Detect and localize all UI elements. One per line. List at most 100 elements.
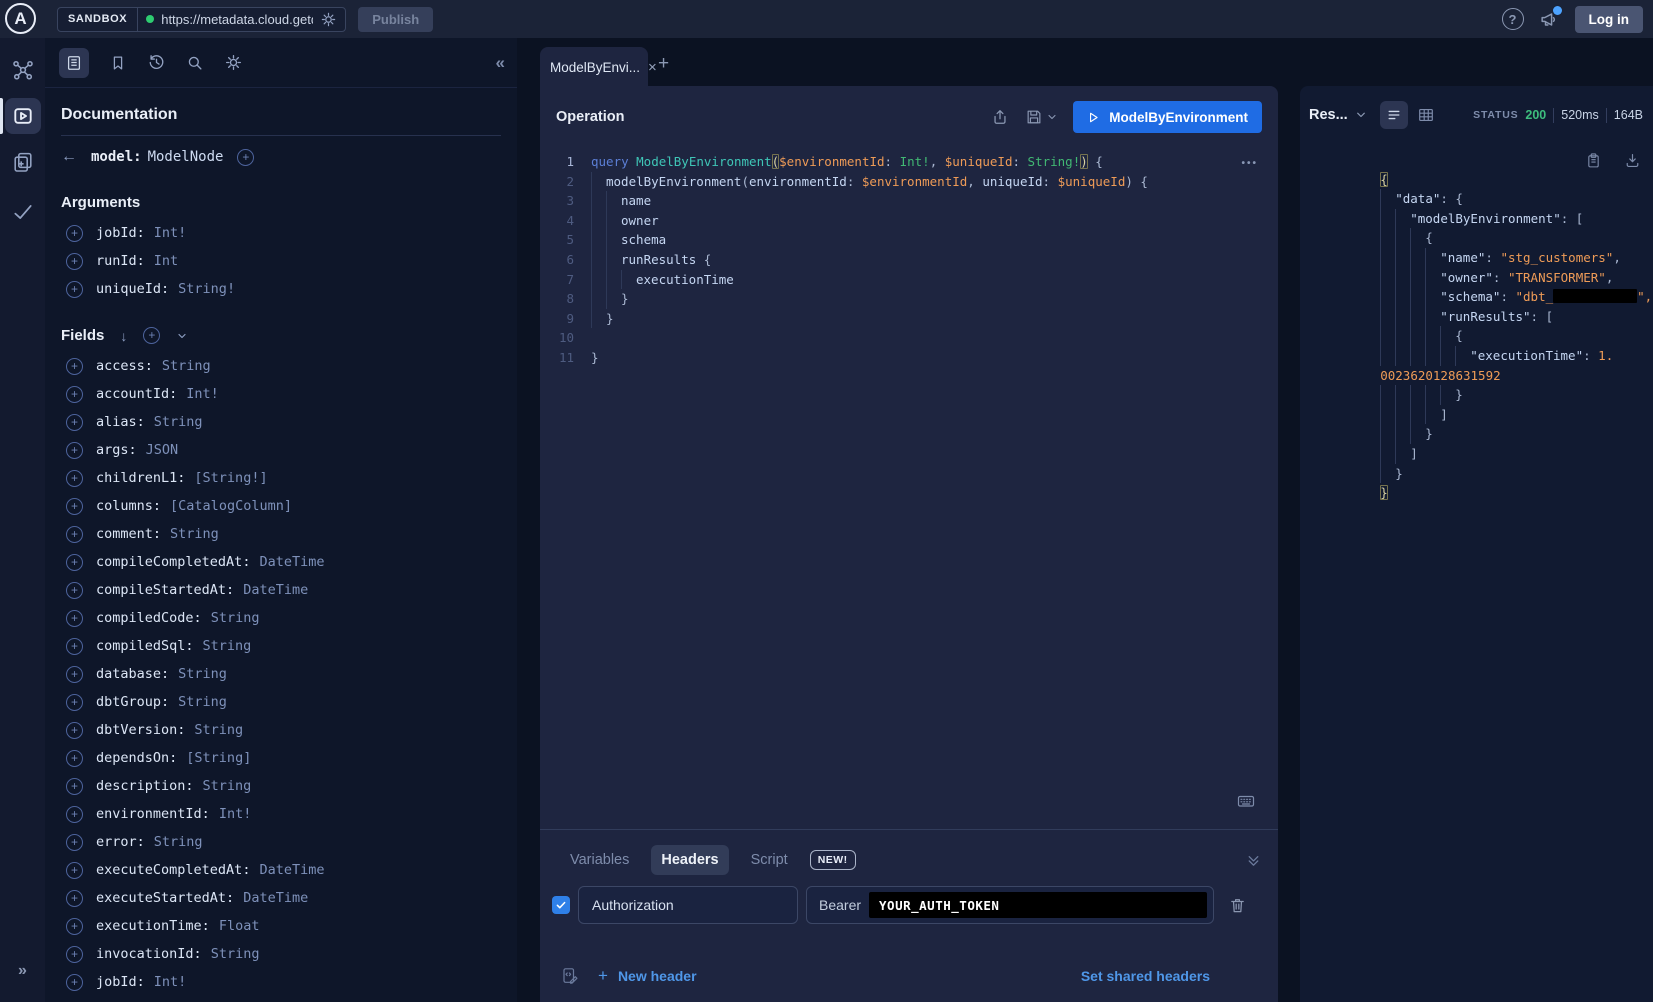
field-row[interactable]: + compileCompletedAt DateTime (61, 548, 501, 576)
add-argument-icon[interactable]: + (66, 225, 83, 242)
collapse-bottom-panel-icon[interactable] (1245, 852, 1262, 869)
add-field-icon[interactable]: + (66, 750, 83, 767)
field-type[interactable]: JSON (146, 442, 179, 458)
add-field-icon[interactable]: + (66, 666, 83, 683)
add-field-icon[interactable]: + (66, 414, 83, 431)
field-row[interactable]: + dependsOn [String] (61, 744, 501, 772)
add-field-icon[interactable]: + (66, 638, 83, 655)
query-editor[interactable]: 1 query ModelByEnvironment($environmentI… (540, 152, 1278, 368)
field-type[interactable]: DateTime (243, 890, 308, 906)
add-field-icon[interactable]: + (66, 470, 83, 487)
field-row[interactable]: + dbtVersion String (61, 716, 501, 744)
add-field-icon[interactable]: + (66, 806, 83, 823)
header-name-input[interactable] (578, 886, 798, 924)
argument-row[interactable]: + runId Int (61, 247, 501, 275)
field-row[interactable]: + jobId Int! (61, 968, 501, 996)
pretty-view-toggle-icon[interactable] (1380, 101, 1408, 129)
field-row[interactable]: + executeStartedAt DateTime (61, 884, 501, 912)
add-field-icon[interactable]: + (66, 610, 83, 627)
add-field-icon[interactable]: + (66, 722, 83, 739)
field-type[interactable]: String (154, 834, 203, 850)
download-response-icon[interactable] (1624, 152, 1641, 169)
argument-row[interactable]: + uniqueId String! (61, 275, 501, 303)
field-row[interactable]: + invocationId String (61, 940, 501, 968)
argument-row[interactable]: + jobId Int! (61, 219, 501, 247)
bottom-tab[interactable]: Headers (651, 845, 728, 875)
add-field-icon[interactable]: + (66, 498, 83, 515)
environment-variables-icon[interactable] (560, 966, 580, 986)
more-options-icon[interactable]: ••• (1241, 158, 1258, 169)
run-operation-button[interactable]: ModelByEnvironment (1073, 101, 1262, 133)
field-type[interactable]: DateTime (259, 862, 324, 878)
field-type[interactable]: Float (219, 918, 260, 934)
login-button[interactable]: Log in (1575, 6, 1644, 33)
operation-tab[interactable]: ModelByEnvi... × (540, 47, 648, 87)
field-row[interactable]: + compiledCode String (61, 604, 501, 632)
add-field-icon[interactable]: + (66, 778, 83, 795)
saved-operations-bookmark-icon[interactable] (109, 54, 127, 72)
add-all-fields-icon[interactable]: + (143, 327, 160, 344)
add-field-icon[interactable]: + (66, 386, 83, 403)
collapse-panel-icon[interactable]: « (496, 53, 503, 73)
add-field-icon[interactable]: + (66, 918, 83, 935)
response-dropdown-chevron-icon[interactable] (1355, 109, 1367, 121)
argument-type[interactable]: Int! (154, 225, 187, 241)
sort-fields-icon[interactable]: ↓ (120, 328, 127, 344)
field-row[interactable]: + description String (61, 772, 501, 800)
field-type[interactable]: DateTime (259, 554, 324, 570)
argument-type[interactable]: String! (178, 281, 235, 297)
field-type[interactable]: String (194, 722, 243, 738)
copy-response-icon[interactable] (1585, 152, 1602, 169)
field-type[interactable]: String (178, 694, 227, 710)
publish-button[interactable]: Publish (358, 7, 433, 32)
chevron-down-icon[interactable] (176, 330, 188, 342)
field-type[interactable]: DateTime (243, 582, 308, 598)
add-field-icon[interactable]: + (66, 862, 83, 879)
endpoint-url[interactable]: https://metadata.cloud.getd (161, 12, 313, 27)
settings-gear-icon[interactable] (224, 53, 243, 72)
new-tab-icon[interactable]: + (658, 53, 669, 75)
add-field-icon[interactable]: + (66, 442, 83, 459)
field-row[interactable]: + executeCompletedAt DateTime (61, 856, 501, 884)
field-type[interactable]: [String] (186, 750, 251, 766)
announcements-megaphone-icon[interactable] (1539, 9, 1560, 30)
field-row[interactable]: + error String (61, 828, 501, 856)
add-field-icon[interactable]: + (66, 890, 83, 907)
field-row[interactable]: + database String (61, 660, 501, 688)
add-field-icon[interactable]: + (66, 526, 83, 543)
endpoint-url-segment[interactable]: https://metadata.cloud.getd (138, 8, 345, 31)
response-title[interactable]: Res... (1309, 107, 1348, 123)
field-type[interactable]: Int! (219, 806, 252, 822)
field-row[interactable]: + environmentId Int! (61, 800, 501, 828)
add-argument-icon[interactable]: + (66, 253, 83, 270)
expand-rail-icon[interactable]: » (0, 962, 45, 980)
bottom-tab[interactable]: Variables (560, 845, 639, 875)
delete-header-icon[interactable] (1228, 896, 1247, 915)
panel-divider[interactable] (540, 829, 1278, 830)
new-header-button[interactable]: + New header (598, 966, 697, 986)
header-value-input[interactable]: Bearer YOUR_AUTH_TOKEN (806, 886, 1214, 924)
search-icon[interactable] (186, 54, 204, 72)
add-field-icon[interactable]: + (66, 974, 83, 991)
field-row[interactable]: + executionTime Float (61, 912, 501, 940)
field-row[interactable]: + columns [CatalogColumn] (61, 492, 501, 520)
documentation-tab-icon[interactable] (59, 48, 89, 78)
explorer-nav-icon[interactable] (5, 98, 41, 134)
field-row[interactable]: + accountId Int! (61, 380, 501, 408)
collections-nav-icon[interactable] (0, 150, 45, 174)
add-field-icon[interactable]: + (66, 358, 83, 375)
field-row[interactable]: + compiledSql String (61, 632, 501, 660)
add-field-icon[interactable]: + (66, 582, 83, 599)
field-type[interactable]: String (203, 638, 252, 654)
field-row[interactable]: + args JSON (61, 436, 501, 464)
set-shared-headers-link[interactable]: Set shared headers (1081, 968, 1210, 984)
field-row[interactable]: + compileStartedAt DateTime (61, 576, 501, 604)
field-row[interactable]: + dbtGroup String (61, 688, 501, 716)
graph-nav-icon[interactable] (0, 58, 45, 82)
add-field-icon[interactable]: + (66, 946, 83, 963)
header-enabled-checkbox[interactable] (552, 896, 570, 914)
breadcrumb-type[interactable]: ModelNode (148, 149, 224, 165)
add-field-icon[interactable]: + (66, 554, 83, 571)
field-type[interactable]: String (211, 946, 260, 962)
history-icon[interactable] (147, 53, 166, 72)
